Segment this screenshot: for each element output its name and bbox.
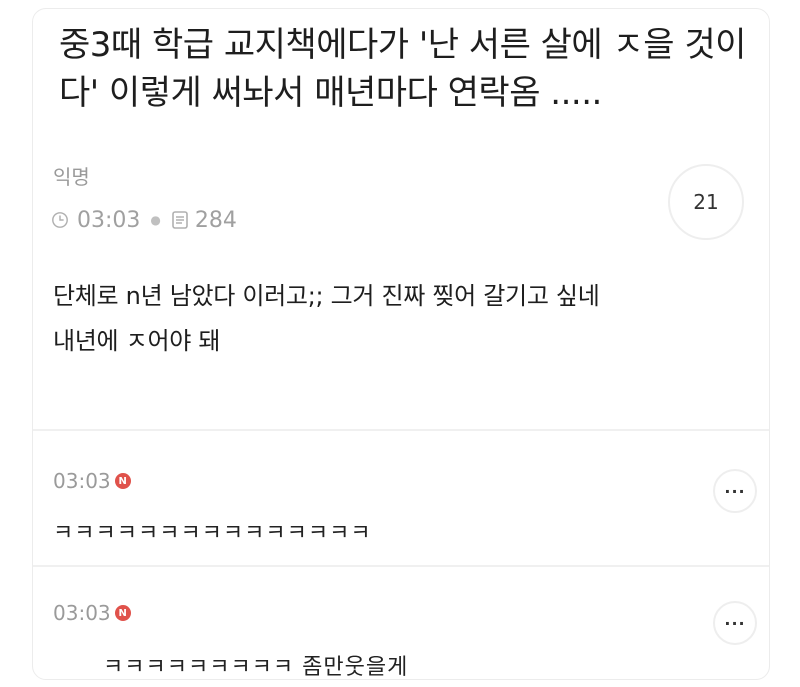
post-card: 중3때 학급 교지책에다가 '난 서른 살에 ㅈ을 것이다' 이렇게 써놔서 매… bbox=[32, 8, 770, 680]
new-badge: N bbox=[114, 605, 131, 621]
meta-separator: ● bbox=[150, 213, 161, 227]
comment-text: ㅋㅋㅋㅋㅋㅋㅋㅋㅋㅋㅋㅋㅋㅋㅋ bbox=[53, 521, 372, 546]
post-time: 03:03 bbox=[77, 207, 141, 233]
comment-meta: 03:03 N bbox=[53, 601, 131, 625]
new-badge: N bbox=[114, 473, 131, 489]
comment-meta: 03:03 N bbox=[53, 469, 131, 493]
comment-text: ㅋㅋㅋㅋㅋㅋㅋㅋㅋ 좀만웃을게 bbox=[103, 655, 409, 680]
comment-item: 03:03 N ㅋㅋㅋㅋㅋㅋㅋㅋㅋㅋㅋㅋㅋㅋㅋ ··· bbox=[33, 429, 769, 569]
comment-item: 03:03 N ㅋㅋㅋㅋㅋㅋㅋㅋㅋ 좀만웃을게 ··· bbox=[33, 565, 769, 680]
post-meta: 03:03 ● 284 bbox=[51, 205, 237, 235]
more-options-icon[interactable]: ··· bbox=[713, 601, 757, 645]
post-author: 익명 bbox=[53, 165, 90, 189]
views-icon bbox=[172, 211, 188, 229]
post-body-line: 단체로 n년 남았다 이러고;; 그거 진짜 찢어 갈기고 싶네 bbox=[53, 282, 600, 310]
post-title: 중3때 학급 교지책에다가 '난 서른 살에 ㅈ을 것이다' 이렇게 써놔서 매… bbox=[59, 25, 746, 113]
comment-count-button[interactable]: 21 bbox=[668, 164, 744, 240]
comment-time: 03:03 bbox=[53, 469, 111, 493]
post-body-line: 내년에 ㅈ어야 돼 bbox=[53, 327, 221, 355]
post-body: 단체로 n년 남았다 이러고;; 그거 진짜 찢어 갈기고 싶네 내년에 ㅈ어야… bbox=[53, 274, 743, 364]
comment-time: 03:03 bbox=[53, 601, 111, 625]
more-options-icon[interactable]: ··· bbox=[713, 469, 757, 513]
post-views: 284 bbox=[194, 207, 237, 233]
clock-icon bbox=[52, 212, 68, 228]
